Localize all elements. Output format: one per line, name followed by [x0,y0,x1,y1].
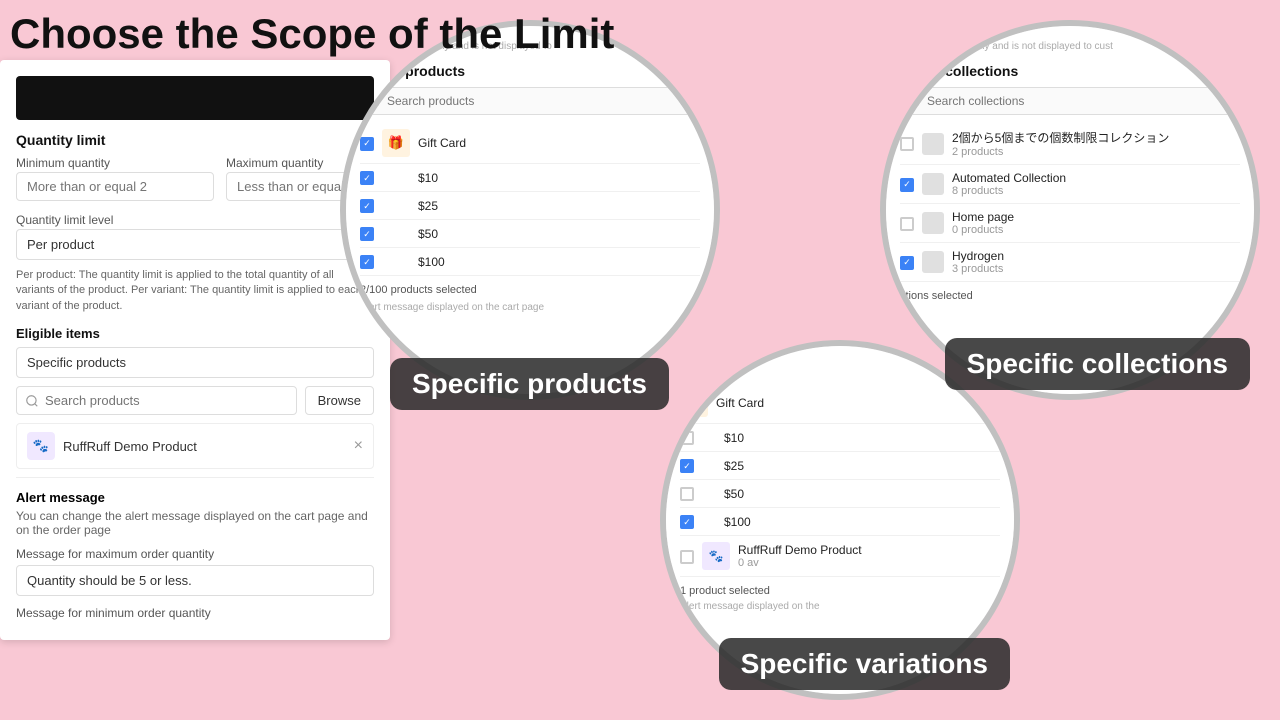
collections-item-3: Home page 0 products [900,204,1240,243]
variations-checkbox-ruffruff[interactable] [680,550,694,564]
alert-hint: You can change the alert message display… [16,509,374,537]
variations-footer-hint: Alert message displayed on the [680,601,1000,612]
collections-name-1: 2個から5個までの個数制限コレクション 2 products [952,129,1240,158]
variations-name-25: $25 [702,459,1000,473]
variations-dialog: n products 🎁 Gift Card $10 $25 $50 $100 … [666,346,1014,694]
variations-magnifier: n products 🎁 Gift Card $10 $25 $50 $100 … [660,340,1020,700]
min-quantity-input[interactable] [16,172,214,201]
products-thumb-giftcard: 🎁 [382,129,410,157]
collections-name-3: Home page 0 products [952,210,1240,236]
products-magnifier: rative purposes only and is not displaye… [340,20,720,400]
products-search-input[interactable] [360,87,700,115]
variations-item-25: $25 [680,452,1000,480]
collections-checkbox-2[interactable] [900,178,914,192]
variations-item-10: $10 [680,424,1000,452]
products-name-10: $10 [382,171,700,185]
product-search-input[interactable] [16,386,297,415]
products-name-50: $50 [382,227,700,241]
products-item-100: $100 [360,248,700,276]
variations-name-10: $10 [702,431,1000,445]
quantity-limit-title: Quantity limit [16,132,374,148]
products-item-10: $10 [360,164,700,192]
product-icon: 🐾 [27,432,55,460]
products-checkbox-50[interactable] [360,227,374,241]
page-title: Choose the Scope of the Limit [10,10,614,58]
products-checkbox-10[interactable] [360,171,374,185]
collections-dialog-title: Select collections [900,63,1240,79]
collections-item-1: 2個から5個までの個数制限コレクション 2 products [900,123,1240,165]
collections-item-4: Hydrogen 3 products [900,243,1240,282]
quantity-inputs: Minimum quantity Maximum quantity [16,156,374,201]
products-item-25: $25 [360,192,700,220]
variations-checkbox-50[interactable] [680,487,694,501]
product-name: RuffRuff Demo Product [63,439,197,454]
variations-item-giftcard: 🎁 Gift Card [680,383,1000,424]
variations-thumb-ruffruff: 🐾 [702,542,730,570]
eligible-label: Eligible items [16,326,374,341]
variations-item-100: $100 [680,508,1000,536]
max-message-label: Message for maximum order quantity [16,547,374,561]
variations-thumb-giftcard: 🎁 [680,389,708,417]
products-checkbox-giftcard[interactable] [360,137,374,151]
products-item-giftcard: 🎁 Gift Card [360,123,700,164]
variations-name-100: $100 [702,515,1000,529]
products-dialog-title: Select products [360,63,700,79]
products-checkbox-25[interactable] [360,199,374,213]
products-checkbox-100[interactable] [360,255,374,269]
products-name-giftcard: Gift Card [418,136,700,150]
products-footer: 2/100 products selected [360,284,700,296]
max-message-input[interactable] [16,565,374,596]
remove-product-button[interactable]: × [354,437,363,455]
product-tag: 🐾 RuffRuff Demo Product × [16,423,374,469]
collections-checkbox-4[interactable] [900,256,914,270]
collections-checkbox-1[interactable] [900,137,914,151]
collections-checkbox-3[interactable] [900,217,914,231]
black-bar [16,76,374,120]
variations-footer: 1 product selected [680,585,1000,597]
collections-thumb-1 [922,133,944,155]
variations-checkbox-10[interactable] [680,431,694,445]
variations-checkbox-100[interactable] [680,515,694,529]
min-message-label: Message for minimum order quantity [16,606,374,620]
level-label: Quantity limit level [16,213,374,227]
products-name-25: $25 [382,199,700,213]
product-search-row: Browse [16,386,374,415]
collections-thumb-2 [922,173,944,195]
alert-section: Alert message You can change the alert m… [16,477,374,620]
collections-footer: ctions selected [900,290,1240,302]
variations-item-50: $50 [680,480,1000,508]
level-select[interactable]: Per product [16,229,374,260]
collections-search-input[interactable] [900,87,1240,115]
collections-thumb-3 [922,212,944,234]
products-footer-hint: Alert message displayed on the cart page [360,302,700,313]
collections-name-2: Automated Collection 8 products [952,171,1240,197]
variations-name-ruffruff: RuffRuff Demo Product 0 av [738,543,1000,569]
admin-panel: Quantity limit Minimum quantity Maximum … [0,60,390,640]
variations-checkbox-25[interactable] [680,459,694,473]
level-hint: Per product: The quantity limit is appli… [16,268,374,314]
min-label: Minimum quantity [16,156,214,170]
collections-magnifier: rative purposes only and is not displaye… [880,20,1260,400]
variations-top-hint: n products [680,360,1000,373]
collections-thumb-4 [922,251,944,273]
collections-top-hint: rative purposes only and is not displaye… [900,40,1240,53]
browse-button[interactable]: Browse [305,386,374,415]
variations-name-giftcard: Gift Card [716,396,1000,410]
collections-item-2: Automated Collection 8 products [900,165,1240,204]
variations-name-50: $50 [702,487,1000,501]
products-name-100: $100 [382,255,700,269]
collections-name-4: Hydrogen 3 products [952,249,1240,275]
eligible-select[interactable]: Specific products [16,347,374,378]
products-item-50: $50 [360,220,700,248]
products-dialog: rative purposes only and is not displaye… [346,26,714,394]
alert-title: Alert message [16,490,374,505]
variations-item-ruffruff: 🐾 RuffRuff Demo Product 0 av [680,536,1000,577]
collections-dialog: rative purposes only and is not displaye… [886,26,1254,394]
